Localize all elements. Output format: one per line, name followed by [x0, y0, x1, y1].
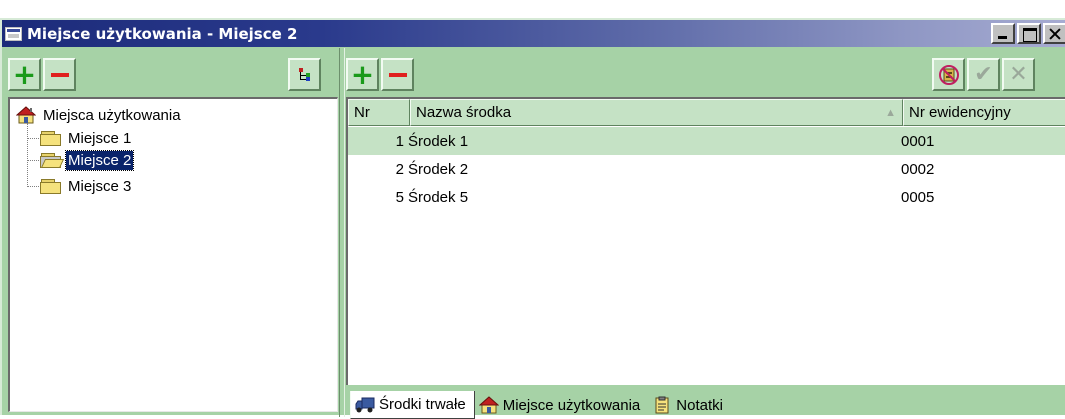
tree-item-miejsce-1[interactable]: Miejsce 1: [32, 128, 133, 148]
tab-miejsce-uzytkowania[interactable]: Miejsce użytkowania: [475, 393, 649, 417]
cell-name: Środek 2: [408, 160, 469, 178]
locations-panel: + Miejsca użytkowania Miejsce 1 Miejsce …: [8, 52, 338, 412]
tree-view-button[interactable]: [288, 58, 321, 91]
table-row[interactable]: 5 Środek 5 0005: [348, 183, 1065, 211]
tree-item-label: Miejsce 3: [68, 177, 132, 195]
tab-label: Notatki: [676, 396, 723, 414]
column-header-label: Nr: [354, 104, 370, 121]
window-title: Miejsce użytkowania - Miejsce 2: [27, 24, 298, 43]
check-icon: ✔: [974, 61, 993, 87]
caption-buttons: [989, 23, 1065, 44]
assets-grid[interactable]: Nr Nazwa środka ▲ Nr ewidencyjny 1 Środe…: [346, 97, 1065, 385]
house-icon: [478, 396, 499, 414]
assets-panel: + ✔ ✕ Nr Nazwa środka ▲ Nr ewidencyjny 1…: [346, 52, 1065, 419]
tool-button[interactable]: [932, 58, 965, 91]
title-bar[interactable]: Miejsce użytkowania - Miejsce 2: [2, 20, 1065, 47]
cancel-button: ✕: [1002, 58, 1035, 91]
column-header-label: Nazwa środka: [416, 104, 512, 121]
cell-nr: 2: [395, 160, 404, 178]
tree-item-miejsce-2[interactable]: Miejsce 2: [32, 149, 135, 171]
tree-structure-icon: [297, 67, 313, 83]
x-icon: ✕: [1009, 61, 1028, 87]
tree-item-label: Miejsce 1: [68, 129, 132, 147]
column-header-label: Nr ewidencyjny: [909, 104, 1011, 121]
minus-icon: [50, 72, 69, 77]
folder-icon: [40, 130, 62, 146]
close-button[interactable]: [1043, 23, 1065, 44]
cell-ev: 0002: [901, 160, 935, 178]
column-header-ev[interactable]: Nr ewidencyjny: [903, 99, 1065, 126]
add-asset-button[interactable]: +: [346, 58, 379, 91]
minimize-button[interactable]: [991, 23, 1015, 44]
plus-icon: +: [350, 57, 375, 91]
remove-asset-button[interactable]: [381, 58, 414, 91]
cell-nr: 1: [395, 132, 404, 150]
truck-icon: [355, 397, 375, 412]
tree-root-label: Miejsca użytkowania: [43, 106, 181, 124]
maximize-button[interactable]: [1017, 23, 1041, 44]
grid-header: Nr Nazwa środka ▲ Nr ewidencyjny: [348, 99, 1065, 126]
tree-connector: [27, 123, 28, 187]
plus-icon: +: [12, 57, 37, 91]
tab-label: Miejsce użytkowania: [502, 396, 641, 414]
table-row[interactable]: 2 Środek 2 0002: [348, 155, 1065, 183]
folder-icon: [40, 178, 62, 194]
tab-label: Środki trwałe: [379, 396, 466, 413]
confirm-button: ✔: [967, 58, 1000, 91]
folder-open-icon: [40, 152, 65, 168]
cell-ev: 0001: [901, 132, 935, 150]
column-header-nr[interactable]: Nr: [348, 99, 410, 126]
cell-nr: 5: [395, 188, 404, 206]
app-window: Miejsce użytkowania - Miejsce 2 + Miejsc…: [0, 18, 1065, 419]
tree-item-label: Miejsce 2: [64, 149, 135, 171]
locations-tree[interactable]: Miejsca użytkowania Miejsce 1 Miejsce 2 …: [8, 97, 338, 412]
tree-item-miejsce-3[interactable]: Miejsce 3: [32, 176, 133, 196]
cell-name: Środek 1: [408, 132, 469, 150]
clipboard-icon: [655, 396, 669, 414]
house-icon: [15, 106, 37, 124]
cell-name: Środek 5: [408, 188, 469, 206]
table-row[interactable]: 1 Środek 1 0001: [348, 127, 1065, 155]
minus-icon: [388, 72, 407, 77]
column-header-name[interactable]: Nazwa środka ▲: [410, 99, 903, 126]
sort-ascending-icon: ▲: [885, 107, 896, 119]
tree-root[interactable]: Miejsca użytkowania: [15, 105, 183, 125]
add-location-button[interactable]: +: [8, 58, 41, 91]
cell-ev: 0005: [901, 188, 935, 206]
window-icon: [5, 26, 22, 41]
tab-bar: Środki trwałe Miejsce użytkowania Notatk…: [350, 391, 731, 419]
tab-notatki[interactable]: Notatki: [648, 393, 731, 417]
remove-location-button[interactable]: [43, 58, 76, 91]
panel-splitter[interactable]: [339, 48, 345, 417]
no-entry-icon: [938, 64, 959, 85]
